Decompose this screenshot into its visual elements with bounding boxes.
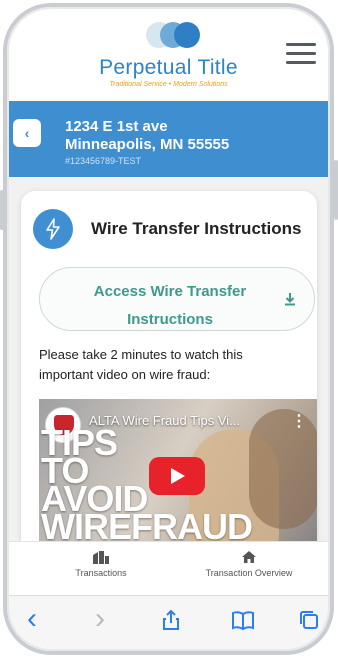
logo-icon [146, 22, 202, 48]
hamburger-menu-icon[interactable] [286, 43, 316, 65]
share-icon[interactable] [159, 608, 183, 632]
brand-name: Perpetual Title [99, 56, 238, 79]
video-more-options-icon[interactable]: ⋮ [291, 411, 307, 431]
back-button[interactable]: ‹ [13, 119, 41, 147]
back-icon[interactable]: ‹ [27, 604, 51, 634]
lightning-bolt-icon [33, 209, 73, 249]
tab-transactions[interactable]: Transactions [31, 550, 171, 578]
tab-transactions-label: Transactions [75, 568, 127, 578]
address-line2: Minneapolis, MN 55555 [65, 136, 230, 153]
access-wire-instructions-button[interactable]: Access Wire Transfer Instructions [39, 267, 315, 331]
address-line1: 1234 E 1st ave [65, 118, 168, 135]
property-header: ‹ 1234 E 1st ave Minneapolis, MN 55555 #… [7, 101, 330, 177]
access-button-line2: Instructions [127, 311, 213, 328]
headline-line4: WIREFRAUD [41, 506, 253, 547]
forward-icon[interactable]: › [95, 604, 119, 634]
download-icon [285, 293, 295, 306]
video-headline: TIPS TO AVOID WIREFRAUD [41, 425, 253, 547]
file-number: #123456789-TEST [65, 156, 142, 166]
side-button-right [334, 160, 338, 220]
video-prompt: Please take 2 minutes to watch this impo… [39, 347, 243, 382]
card-title: Wire Transfer Instructions [91, 219, 302, 238]
app-header: Perpetual Title Traditional Service • Mo… [7, 7, 330, 101]
access-button-label: Access Wire Transfer Instructions [60, 278, 280, 334]
brand-tagline: Traditional Service • Modern Solutions [109, 81, 228, 88]
buildings-icon [93, 551, 109, 564]
access-button-line1: Access Wire Transfer [93, 283, 247, 300]
bottom-tab-bar: Transactions Transaction Overview [7, 541, 330, 595]
wire-transfer-card: Wire Transfer Instructions Access Wire T… [21, 191, 317, 571]
tab-overview-label: Transaction Overview [205, 568, 293, 578]
play-button-icon[interactable] [149, 457, 205, 495]
bookmarks-icon[interactable] [231, 608, 255, 632]
tabs-icon[interactable] [297, 608, 321, 632]
browser-toolbar: ‹ › [7, 595, 330, 651]
tab-transaction-overview[interactable]: Transaction Overview [179, 550, 319, 578]
phone-frame: Perpetual Title Traditional Service • Mo… [3, 3, 334, 655]
home-icon [242, 551, 256, 563]
